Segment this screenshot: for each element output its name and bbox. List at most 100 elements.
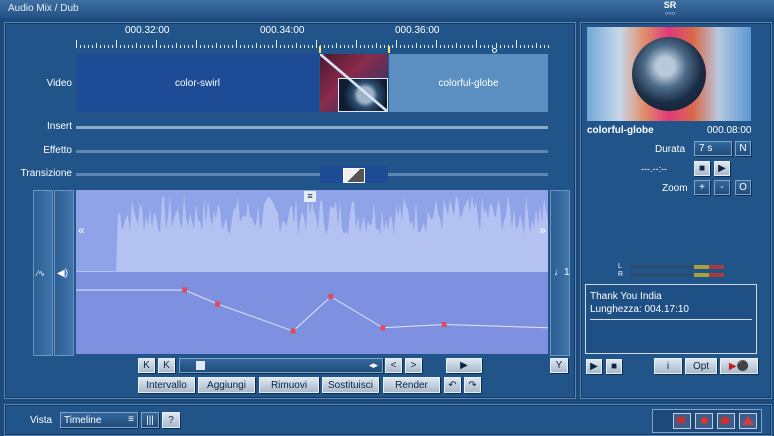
edit-tool-button[interactable]: Y xyxy=(550,358,568,373)
preview-play-button[interactable]: ▶ xyxy=(586,359,602,374)
zoom-out-button[interactable]: - xyxy=(714,180,730,195)
transition-track[interactable] xyxy=(76,173,548,176)
timeline-ruler[interactable] xyxy=(76,38,549,48)
ruler-tick xyxy=(256,43,257,48)
effect-track[interactable] xyxy=(76,150,548,153)
ruler-tick xyxy=(152,45,153,48)
timeline-scrollbar[interactable]: ◂▸ xyxy=(179,358,383,373)
envelope-line[interactable] xyxy=(76,289,548,332)
rimuovi-button[interactable]: Rimuovi xyxy=(259,377,319,393)
audio-right-strip[interactable]: ♩1 xyxy=(550,190,570,356)
scrollbar-thumb[interactable] xyxy=(196,361,205,370)
stop-small-button[interactable]: ■ xyxy=(694,161,710,176)
ruler-tick xyxy=(220,45,221,48)
info-length: Lunghezza: 004.17:10 xyxy=(590,304,689,315)
ruler-time-2: 000.34:00 xyxy=(260,25,305,36)
ruler-tick xyxy=(372,45,373,48)
ruler-tick xyxy=(440,45,441,48)
ruler-tick xyxy=(436,40,437,48)
transition-block[interactable] xyxy=(320,166,388,183)
nudge-right-button[interactable]: > xyxy=(405,358,422,373)
record-button[interactable]: ▶⚫ xyxy=(720,358,758,374)
clip-colorful-globe[interactable]: colorful-globe xyxy=(389,54,548,112)
ruler-tick xyxy=(524,45,525,48)
render-button[interactable]: Render xyxy=(383,377,440,393)
volume-envelope[interactable] xyxy=(76,272,548,354)
bars-button[interactable]: ||| xyxy=(141,412,159,428)
record-red-icon[interactable] xyxy=(695,413,713,429)
ruler-tick xyxy=(416,43,417,48)
envelope-point[interactable] xyxy=(215,301,221,307)
sostituisci-button[interactable]: Sostituisci xyxy=(322,377,379,393)
ruler-tick xyxy=(156,40,157,48)
ruler-tick xyxy=(120,45,121,48)
ruler-tick xyxy=(328,45,329,48)
save-red-icon[interactable] xyxy=(717,413,735,429)
zoom-reset-button[interactable]: O xyxy=(735,180,751,195)
info-divider xyxy=(590,319,752,320)
insert-track[interactable] xyxy=(76,126,548,129)
envelope-point[interactable] xyxy=(380,325,386,331)
handle-icon[interactable]: ≡ xyxy=(304,191,316,202)
zoom-in-button[interactable]: + xyxy=(694,180,710,195)
play-to-mark-button[interactable]: ▶ xyxy=(714,161,730,176)
transition-clip-thumbnail[interactable] xyxy=(320,54,388,112)
ruler-tick xyxy=(488,45,489,48)
ruler-tick xyxy=(348,45,349,48)
ruler-tick xyxy=(344,45,345,48)
sticker-red-icon[interactable] xyxy=(673,413,691,429)
nudge-left-button[interactable]: < xyxy=(385,358,402,373)
ruler-tick xyxy=(96,43,97,48)
ruler-tick xyxy=(448,45,449,48)
ruler-tick xyxy=(432,45,433,48)
ruler-tick xyxy=(280,45,281,48)
scroll-left-icon[interactable]: « xyxy=(78,223,85,237)
play-icon: ▶ xyxy=(460,360,468,371)
undo-button[interactable]: ↶ xyxy=(444,377,461,393)
envelope-point[interactable] xyxy=(441,321,447,327)
preview-monitor[interactable] xyxy=(587,27,751,121)
envelope-point[interactable] xyxy=(182,287,188,293)
step-back-button[interactable]: K xyxy=(158,358,175,373)
help-button[interactable]: ? xyxy=(162,412,180,428)
chevron-left-icon: < xyxy=(390,360,397,371)
record-icon: ▶⚫ xyxy=(728,360,750,372)
insert-track-label: Insert xyxy=(46,121,72,132)
info-button[interactable]: i xyxy=(654,358,682,374)
vista-select[interactable]: Timeline ≡ xyxy=(60,412,138,428)
ruler-tick xyxy=(124,45,125,48)
ruler-tick xyxy=(136,43,137,48)
redo-button[interactable]: ↷ xyxy=(464,377,481,393)
ruler-tick xyxy=(316,40,317,48)
home-red-icon[interactable] xyxy=(739,413,757,429)
aggiungi-button[interactable]: Aggiungi xyxy=(198,377,255,393)
ruler-tick xyxy=(292,45,293,48)
envelope-point[interactable] xyxy=(290,328,296,334)
ruler-tick xyxy=(540,45,541,48)
audio-waveform[interactable]: « » ≡ xyxy=(76,190,548,272)
n-button[interactable]: N xyxy=(735,141,751,156)
audio-left-strip[interactable]: ⁄∿ xyxy=(33,190,53,356)
go-first-button[interactable]: K xyxy=(138,358,155,373)
ruler-tick xyxy=(484,45,485,48)
envelope-point[interactable] xyxy=(328,294,334,300)
ruler-tick xyxy=(324,45,325,48)
durata-field[interactable]: 7 s xyxy=(694,141,732,156)
options-button[interactable]: Opt xyxy=(685,358,717,374)
scroll-right-icon[interactable]: » xyxy=(539,223,546,237)
range-end-marker[interactable] xyxy=(388,46,390,53)
preview-stop-button[interactable]: ■ xyxy=(606,359,622,374)
range-start-marker[interactable] xyxy=(319,46,321,53)
sr-indicator: SR ○○○ xyxy=(662,1,678,19)
ruler-tick xyxy=(536,43,537,48)
zoom-label: Zoom xyxy=(662,183,688,194)
intervallo-button[interactable]: Intervallo xyxy=(138,377,195,393)
ruler-tick xyxy=(412,45,413,48)
ruler-tick xyxy=(240,45,241,48)
ruler-tick xyxy=(100,45,101,48)
play-button[interactable]: ▶ xyxy=(446,358,482,373)
volume-envelope-area[interactable] xyxy=(76,272,548,354)
clip-color-swirl[interactable]: color-swirl xyxy=(76,54,319,112)
audio-volume-strip[interactable]: ◀) xyxy=(54,190,74,356)
ruler-tick xyxy=(196,40,197,48)
